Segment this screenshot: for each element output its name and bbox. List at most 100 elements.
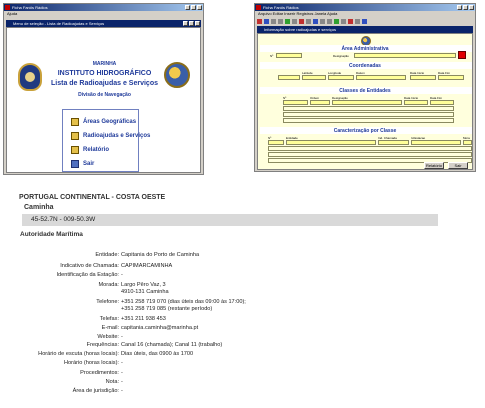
minimize-button[interactable] bbox=[457, 5, 462, 10]
window-titlebar: Ficha Faróis Rádios bbox=[4, 4, 203, 11]
detail-key: Morada: bbox=[98, 282, 119, 288]
close-button[interactable] bbox=[197, 5, 202, 10]
relatorio-button[interactable]: Relatório bbox=[424, 162, 444, 169]
toolbar-button[interactable] bbox=[327, 19, 332, 24]
toolbar-button[interactable] bbox=[306, 19, 311, 24]
table-row[interactable] bbox=[283, 118, 454, 123]
header-divisao: Divisão de Navegação bbox=[78, 92, 131, 98]
toolbar-button[interactable] bbox=[278, 19, 283, 24]
detail-value: +351 211 938 453 bbox=[121, 316, 166, 322]
carac-n-field[interactable] bbox=[268, 140, 284, 145]
close-button[interactable] bbox=[195, 21, 200, 26]
toolbar-button[interactable] bbox=[341, 19, 346, 24]
table-row[interactable] bbox=[268, 146, 472, 151]
toolbar-button[interactable] bbox=[320, 19, 325, 24]
detail-key: Horário (horas locais): bbox=[63, 360, 119, 366]
maximize-button[interactable] bbox=[189, 21, 194, 26]
detail-value: - bbox=[121, 360, 123, 366]
designacao-field[interactable] bbox=[354, 53, 456, 58]
detail-key: Área de jurisdição: bbox=[72, 388, 119, 394]
toolbar-button[interactable] bbox=[348, 19, 353, 24]
table-row[interactable] bbox=[283, 112, 454, 117]
carac-entidade-field[interactable] bbox=[286, 140, 376, 145]
toolbar-button[interactable] bbox=[264, 19, 269, 24]
header-instituto: INSTITUTO HIDROGRÁFICO bbox=[57, 70, 152, 77]
toolbar-button[interactable] bbox=[257, 19, 262, 24]
class-ordem-field[interactable] bbox=[310, 100, 330, 105]
detail-key: Horário de escuta (horas locais): bbox=[38, 351, 119, 357]
form-titlebar: Informação sobre radioajudas e serviços bbox=[257, 26, 473, 33]
report-icon bbox=[71, 146, 79, 154]
toolbar-button[interactable] bbox=[334, 19, 339, 24]
detail-value: - bbox=[121, 334, 123, 340]
menu-item-radioajudas[interactable]: Radioajudas e Serviços bbox=[71, 132, 150, 140]
n-field[interactable] bbox=[276, 53, 302, 58]
close-form-button[interactable] bbox=[458, 51, 466, 59]
carac-id-field[interactable] bbox=[411, 140, 461, 145]
maximize-button[interactable] bbox=[463, 5, 468, 10]
toolbar-button[interactable] bbox=[285, 19, 290, 24]
section-coords-title: Coordenadas bbox=[349, 63, 381, 69]
detail-key: Indicativo de Chamada: bbox=[60, 263, 119, 269]
record-form-window: Ficha Faróis Rádios Arquivo Editar Inser… bbox=[254, 3, 476, 172]
carac-ind-field[interactable] bbox=[378, 140, 409, 145]
toolbar bbox=[255, 17, 475, 26]
minimize-button[interactable] bbox=[183, 21, 188, 26]
detail-key: Nota: bbox=[105, 379, 119, 385]
detail-value: capitania.caminha@marinha.pt bbox=[121, 325, 199, 331]
close-button[interactable] bbox=[469, 5, 474, 10]
app-icon bbox=[5, 5, 10, 10]
maximize-button[interactable] bbox=[191, 5, 196, 10]
latitude-field[interactable] bbox=[302, 75, 326, 80]
window-titlebar: Ficha Faróis Rádios bbox=[255, 4, 475, 11]
detail-key: Telefone: bbox=[96, 299, 119, 305]
window-title: Ficha Faróis Rádios bbox=[12, 5, 48, 10]
minimize-button[interactable] bbox=[185, 5, 190, 10]
carac-morada-field[interactable] bbox=[463, 140, 472, 145]
sair-button[interactable]: Sair bbox=[448, 162, 468, 169]
datum-field[interactable] bbox=[356, 75, 406, 80]
folder-icon bbox=[71, 118, 79, 126]
detail-value: Dias úteis, das 0900 às 1700 bbox=[121, 351, 194, 357]
detail-key: Identificação da Estação: bbox=[56, 272, 119, 278]
main-menu-window: Ficha Faróis Rádios Ajuda Menu de seleçã… bbox=[3, 3, 204, 175]
folder-icon bbox=[71, 132, 79, 140]
toolbar-button[interactable] bbox=[299, 19, 304, 24]
class-data-inicio-field[interactable] bbox=[404, 100, 428, 105]
coord-field[interactable] bbox=[278, 75, 300, 80]
toolbar-button[interactable] bbox=[271, 19, 276, 24]
longitude-field[interactable] bbox=[328, 75, 354, 80]
menu-item-relatorio[interactable]: Relatório bbox=[71, 146, 109, 154]
detail-value: CAPIMARCAMINHA bbox=[121, 263, 173, 269]
record-form: Área Administrativa Nº Designação Coorde… bbox=[257, 33, 473, 170]
toolbar-button[interactable] bbox=[292, 19, 297, 24]
detail-key: Frequências: bbox=[86, 342, 119, 348]
table-row[interactable] bbox=[283, 106, 454, 111]
data-fim-field[interactable] bbox=[438, 75, 464, 80]
toolbar-button[interactable] bbox=[313, 19, 318, 24]
menu-item-sair[interactable]: Sair bbox=[71, 160, 94, 168]
menu-item-areas[interactable]: Áreas Geográficas bbox=[71, 118, 136, 126]
class-n-field[interactable] bbox=[283, 100, 308, 105]
detail-value: - bbox=[121, 379, 123, 385]
detail-key: Procedimentos: bbox=[80, 370, 119, 376]
class-data-fim-field[interactable] bbox=[430, 100, 454, 105]
menu-options-box: Áreas Geográficas Radioajudas e Serviços… bbox=[62, 109, 150, 172]
detail-value: Largo Pêro Vaz, 3 4910-131 Caminha bbox=[121, 282, 169, 295]
coordinates: 45-52.7N - 009-50.3W bbox=[31, 216, 96, 223]
class-designacao-field[interactable] bbox=[332, 100, 402, 105]
menu-bar[interactable]: Ajuda bbox=[4, 11, 203, 17]
exit-icon bbox=[71, 160, 79, 168]
header-lista: Lista de Radioajudas e Serviços bbox=[51, 80, 158, 87]
form-title: Menu de seleção - Lista de Radioajudas e… bbox=[13, 21, 105, 26]
detail-value: Canal 16 (chamada); Canal 11 (trabalho) bbox=[121, 342, 223, 348]
table-row[interactable] bbox=[268, 152, 472, 157]
header-marinha: MARINHA bbox=[92, 61, 117, 67]
toolbar-button[interactable] bbox=[362, 19, 367, 24]
detail-value: - bbox=[121, 272, 123, 278]
toolbar-button[interactable] bbox=[355, 19, 360, 24]
designacao-label: Designação bbox=[333, 54, 349, 58]
data-inicio-field[interactable] bbox=[410, 75, 436, 80]
detail-key: E-mail: bbox=[101, 325, 119, 331]
menu-form: MARINHA INSTITUTO HIDROGRÁFICO Lista de … bbox=[6, 27, 201, 173]
